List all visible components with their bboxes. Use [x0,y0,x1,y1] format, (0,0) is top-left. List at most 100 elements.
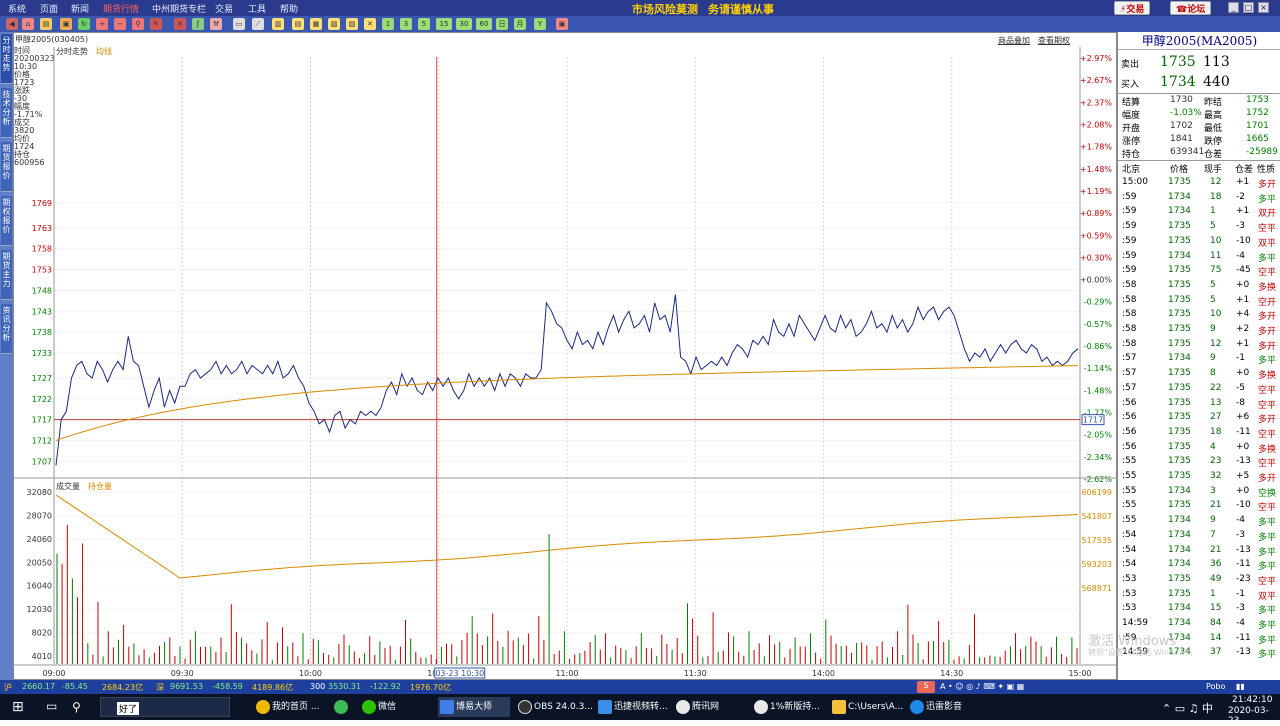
task-video-converter[interactable]: 迅捷视频转... [596,697,668,717]
trade-button-label: 交易 [1126,5,1145,15]
task-document[interactable]: 1%新版持... [752,697,820,717]
task-view-icon[interactable]: ▭ [46,699,57,713]
clock-time: 21:42:10 [1232,695,1273,705]
tick-volume: 22 [1210,382,1222,393]
tick-nature: 空平 [1258,224,1277,235]
stat-label: 开盘 [1122,124,1141,134]
search-icon[interactable]: ⚲ [72,700,81,714]
stat-value: 1730 [1170,95,1193,105]
tray-icons[interactable]: ⌃ ▭ ♫ 中 [1162,700,1213,716]
tick-price: 1734 [1168,206,1191,217]
taskbar-search-box[interactable]: 好了 [100,697,230,717]
oi-tick-label: 593203 [1081,560,1112,569]
task-browser[interactable]: 我的首页 ... [254,697,319,717]
minimize-icon[interactable]: _ [1228,2,1239,13]
signal-icon: ▮▮ [1236,682,1245,691]
stat-label: 仓差 [1204,150,1223,160]
pct-tick-label: -2.05% [1084,431,1113,440]
task-explorer[interactable]: C:\Users\A... [830,697,903,717]
player-icon [910,700,924,714]
hs300-index: 3530.31 [328,682,362,691]
task-label: 迅捷视频转... [614,702,668,712]
tick-nature: 空平 [1258,268,1277,279]
volume-tick-label: 32080 [27,488,52,497]
x-tick-label: 09:30 [171,669,194,678]
tick-price: 1735 [1168,500,1191,511]
task-obs[interactable]: OBS 24.0.3... [516,697,593,717]
tick-time: 14:59 [1122,618,1148,628]
tick-row: :56 1735 4 +0 多换 [1118,442,1280,457]
tick-price: 1735 [1168,412,1191,423]
volume-series-label: 成交量 [56,482,80,491]
chrome-icon [256,700,270,714]
tick-time: :58 [1122,324,1137,334]
tick-volume: 9 [1210,353,1216,364]
tick-oi-change: -4 [1236,515,1245,526]
tick-price: 1735 [1168,235,1191,246]
tick-price: 1735 [1168,456,1191,467]
ask-price[interactable]: 1735 [1160,54,1196,70]
tick-nature: 空开 [1258,297,1277,308]
x-tick-label: 11:30 [684,669,707,678]
tick-time: :56 [1122,426,1137,437]
tick-row: :59 1734 18 -2 多平 [1118,192,1280,207]
stat-value: 1753 [1246,95,1269,105]
tick-time: :55 [1122,485,1137,496]
forum-button-label: 论坛 [1187,5,1206,15]
tick-volume: 10 [1210,235,1222,246]
x-tick-label: 09:00 [42,669,65,678]
tick-header-nature: 性质 [1257,165,1276,175]
stat-label: 最低 [1204,124,1223,134]
tick-price: 1735 [1168,471,1191,481]
tick-oi-change: -13 [1236,456,1251,467]
tick-nature: 空平 [1258,459,1277,470]
instrument-title: 甲醇2005(MA2005) [1118,32,1280,50]
sh-index: 2660.17 [22,682,56,691]
tick-row: :58 1735 12 +1 多开 [1118,339,1280,354]
intraday-chart-svg: 09:0009:3010:0010:3011:0011:3014:0014:30… [13,47,1117,679]
pct-tick-label: +2.67% [1080,76,1113,85]
close-icon[interactable]: × [1258,2,1269,13]
tick-time: :57 [1122,382,1137,393]
task-label: 我的首页 ... [272,702,320,712]
tick-price: 1735 [1168,279,1191,290]
tick-header-time: 北京 [1122,165,1141,175]
bid-price[interactable]: 1734 [1160,74,1196,90]
pct-tick-label: -1.14% [1084,364,1113,373]
tick-volume: 13 [1210,397,1222,408]
task-app-green[interactable] [332,697,350,717]
tick-volume: 37 [1210,647,1222,658]
pct-tick-label: +2.08% [1080,120,1113,129]
sz-change: -458.59 [212,682,243,691]
activation-watermark-sub: 转到"设置"以激活 Windows。 [1088,648,1198,657]
forum-button[interactable]: ☎论坛 [1170,1,1212,15]
tick-nature: 多换 [1258,282,1277,293]
oi-tick-label: 568871 [1081,584,1112,593]
tick-volume: 7 [1210,529,1216,540]
trade-button[interactable]: ⚡交易 [1114,1,1151,15]
tick-nature: 空平 [1258,576,1277,587]
tick-nature: 多平 [1258,562,1277,573]
tick-time: :58 [1122,279,1137,290]
tick-oi-change: -8 [1236,397,1245,408]
tick-oi-change: -4 [1236,618,1245,628]
task-tencent[interactable]: 腾讯网 [674,697,719,717]
volume-tick-label: 4010 [32,652,52,661]
tick-oi-change: +1 [1236,177,1250,187]
x-tick-label: 11:00 [555,669,578,678]
tick-nature: 多平 [1258,621,1277,631]
tick-price: 1734 [1168,603,1191,614]
ime-toolbar-icons[interactable]: A • ☺ ◎ ♪ ⌨ ✦ ▣ ▦ [940,682,1024,691]
task-wechat[interactable]: 微信 [360,697,396,717]
maximize-icon[interactable]: □ [1243,2,1254,13]
pct-tick-label: -0.86% [1084,342,1113,351]
tick-row: :56 1735 27 +6 多开 [1118,412,1280,427]
ime-icon[interactable]: S [917,681,935,693]
tick-volume: 14 [1210,632,1222,643]
tick-time: :53 [1122,573,1137,584]
task-player[interactable]: 迅雷影音 [908,697,962,717]
video-icon [598,700,612,714]
tick-price: 1735 [1168,441,1191,452]
task-boyi[interactable]: 博易大师 [438,697,510,717]
windows-start-icon[interactable]: ⊞ [12,699,24,715]
